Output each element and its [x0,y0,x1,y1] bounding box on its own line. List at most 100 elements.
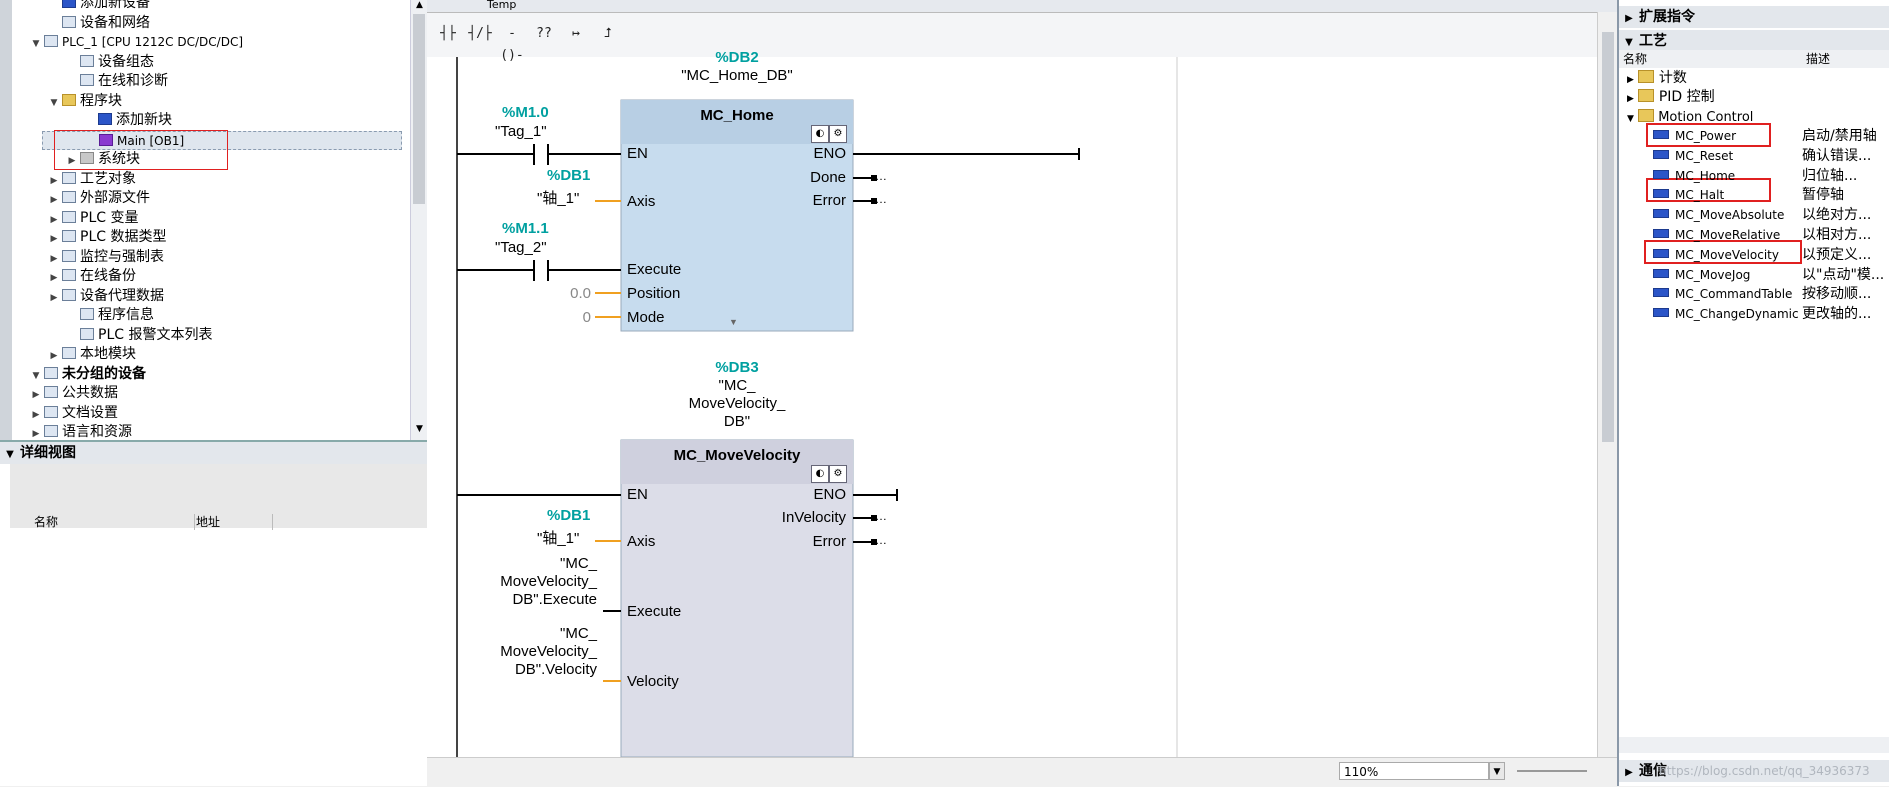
tree-item[interactable]: ▶ 公共数据 [30,384,118,403]
expand-right-icon[interactable]: ▶ [30,406,42,425]
mc-home-title[interactable]: MC_Home [621,107,853,124]
axis-tag[interactable]: "轴_1" [537,527,579,548]
tree-item[interactable]: 设备组态 [66,53,154,72]
tree-item[interactable]: ▶ 本地模块 [48,345,136,364]
horizontal-scrollbar[interactable] [1619,737,1889,753]
expand-right-icon[interactable]: ▶ [48,230,60,249]
contact1-tag[interactable]: "Tag_1" [495,123,547,140]
tree-scrollbar[interactable]: ▲ ▼ [410,0,428,440]
scroll-down-icon[interactable]: ▼ [411,424,428,438]
vel-tag-line3[interactable]: DB".Velocity [467,661,597,678]
tree-item[interactable]: PLC 报警文本列表 [66,326,212,345]
coil-button[interactable]: -()- [497,23,527,63]
no-contact-button[interactable]: ┤├ [433,23,463,45]
zoom-slider[interactable] [1517,770,1587,772]
folder-counting[interactable]: ▶ 计数 [1627,69,1687,88]
communication-header[interactable]: ▶ 通信 https://blog.csdn.net/qq_34936373 [1619,760,1889,782]
db3-name-line1[interactable]: "MC_ [667,377,807,394]
tree-item[interactable]: ▶ PLC 变量 [48,209,139,230]
chevron-right-icon[interactable]: ▶ [1619,762,1639,784]
expand-right-icon[interactable]: ▶ [48,289,60,308]
tree-item[interactable]: 设备和网络 [48,14,150,33]
instruction-item[interactable]: MC_ChangeDynamic [1653,305,1799,324]
close-branch-button[interactable]: ⮥ [593,23,623,45]
expand-right-icon[interactable]: ▶ [48,250,60,269]
tree-item[interactable]: ▶ 文档设置 [30,404,118,423]
tree-item[interactable]: ▼ PLC_1 [CPU 1212C DC/DC/DC] [30,33,243,52]
mode-value[interactable]: 0 [557,309,591,326]
help-icon[interactable]: ⚙ [829,465,847,483]
collapse-icon[interactable]: ▼ [0,444,20,466]
instruction-item[interactable]: MC_MoveVelocity [1653,246,1779,265]
db3-name-line3[interactable]: DB" [667,413,807,430]
vel-tag-line1[interactable]: "MC_ [487,625,597,642]
column-name[interactable]: 名称 [30,514,195,530]
expand-down-icon[interactable]: ▼ [48,94,60,113]
local-module-icon [62,347,76,359]
instruction-item[interactable]: MC_Power [1653,127,1736,146]
instruction-item[interactable]: MC_MoveAbsolute [1653,206,1784,225]
expand-right-icon[interactable]: ▶ [48,172,60,191]
expand-down-icon[interactable]: ▼ [30,35,42,54]
tree-item[interactable]: ▼ 未分组的设备 [30,365,146,384]
exec-tag-line1[interactable]: "MC_ [487,555,597,572]
expand-down-icon[interactable]: ▼ [30,367,42,386]
chevron-right-icon[interactable]: ▶ [1619,8,1639,30]
error-placeholder[interactable]: … [875,533,887,547]
expand-right-icon[interactable]: ▶ [48,211,60,230]
nc-contact-button[interactable]: ┤/├ [465,23,495,45]
axis-tag[interactable]: "轴_1" [537,187,579,208]
empty-box-button[interactable]: ?? [529,23,559,45]
open-branch-button[interactable]: ↦ [561,23,591,45]
chevron-down-icon[interactable]: ▼ [1489,762,1505,780]
db3-name-line2[interactable]: MoveVelocity_ [667,395,807,412]
tree-item[interactable]: 添加新设备 [48,0,150,13]
detail-view-header[interactable]: ▼ 详细视图 [0,440,427,464]
tree-item[interactable]: ▶ 在线备份 [48,267,136,286]
instruction-item[interactable]: MC_MoveJog [1653,266,1750,285]
zoom-select[interactable]: 110% [1339,762,1489,780]
expand-right-icon[interactable]: ▶ [30,386,42,405]
scroll-thumb[interactable] [413,14,425,204]
instruction-item[interactable]: MC_Home [1653,167,1735,186]
invelocity-placeholder[interactable]: … [875,509,887,523]
extended-instructions-header[interactable]: ▶ 扩展指令 [1619,6,1889,28]
help-icon[interactable]: ⚙ [829,125,847,143]
column-name[interactable]: 名称 [1619,50,1804,68]
diagnostic-icon[interactable]: ◐ [811,465,829,483]
tree-item[interactable]: ▶ 外部源文件 [48,189,150,208]
editor-scrollbar[interactable] [1597,12,1618,757]
diagnostic-icon[interactable]: ◐ [811,125,829,143]
tree-item[interactable]: ▶ 工艺对象 [48,170,136,189]
scroll-up-icon[interactable]: ▲ [411,0,428,14]
exec-tag-line3[interactable]: DB".Execute [467,591,597,608]
expand-right-icon[interactable]: ▶ [48,347,60,366]
mc-movevelocity-title[interactable]: MC_MoveVelocity [621,447,853,464]
expand-right-icon[interactable]: ▶ [48,191,60,210]
tree-item[interactable]: 在线和诊断 [66,72,168,91]
folder-pid[interactable]: ▶ PID 控制 [1627,88,1715,107]
column-address[interactable]: 地址 [192,514,273,530]
tree-item[interactable]: ▶ 设备代理数据 [48,287,164,306]
tree-item[interactable]: 程序信息 [66,306,154,325]
instruction-item[interactable]: MC_Reset [1653,147,1733,166]
column-description[interactable]: 描述 [1802,50,1889,68]
instruction-item[interactable]: MC_Halt [1653,186,1724,205]
error-placeholder[interactable]: … [875,192,887,206]
instruction-item[interactable]: MC_MoveRelative [1653,226,1780,245]
tree-item[interactable]: ▶ 监控与强制表 [48,248,164,267]
contact2-tag[interactable]: "Tag_2" [495,239,547,256]
db2-name[interactable]: "MC_Home_DB" [642,67,832,84]
tree-item[interactable]: 添加新块 [84,111,172,130]
expand-right-icon[interactable]: ▶ [48,269,60,288]
position-value[interactable]: 0.0 [557,285,591,302]
exec-tag-line2[interactable]: MoveVelocity_ [467,573,597,590]
tree-item[interactable]: ▶ PLC 数据类型 [48,228,167,249]
scroll-thumb[interactable] [1602,32,1614,442]
tree-item[interactable]: ▼ 程序块 [48,92,122,111]
done-placeholder[interactable]: … [875,169,887,183]
technology-header[interactable]: ▼ 工艺 [1619,30,1889,52]
vel-tag-line2[interactable]: MoveVelocity_ [467,643,597,660]
expand-block-icon[interactable]: ▼ [729,317,738,327]
instruction-item[interactable]: MC_CommandTable [1653,285,1792,304]
